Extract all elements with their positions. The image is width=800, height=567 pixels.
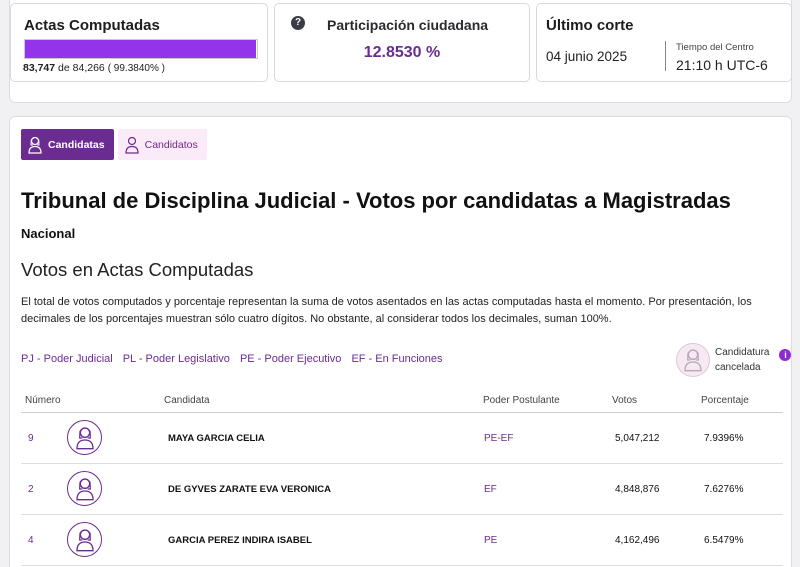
last-cut-tz-label: Tiempo del Centro bbox=[676, 42, 754, 53]
actas-percent: ( 99.3840% ) bbox=[107, 63, 165, 74]
last-cut-card: Último corte 04 junio 2025 Tiempo del Ce… bbox=[536, 3, 792, 82]
page-title: Tribunal de Disciplina Judicial - Votos … bbox=[21, 188, 731, 213]
results-table: Número Candidata Poder Postulante Votos … bbox=[21, 389, 783, 566]
cancelled-line2: cancelada bbox=[715, 362, 761, 373]
participation-title: Participación ciudadana bbox=[327, 17, 489, 33]
tab-candidatos-label: Candidatos bbox=[144, 138, 198, 151]
row-candidate-name: MAYA GARCIA CELIA bbox=[168, 433, 265, 444]
tab-candidatas-label: Candidatas bbox=[48, 138, 105, 151]
row-percent: 6.5479% bbox=[704, 535, 744, 546]
header-power: Poder Postulante bbox=[483, 395, 560, 406]
actas-total: 84,266 bbox=[72, 62, 105, 74]
section-title: Votos en Actas Computadas bbox=[21, 259, 254, 280]
info-circle-icon[interactable]: i bbox=[779, 349, 792, 361]
summary-panel: Actas Computadas 83,747 de 84,266 ( 99.3… bbox=[9, 0, 792, 103]
description-text: El total de votos computados y porcentaj… bbox=[21, 296, 752, 325]
actas-of: de bbox=[58, 62, 70, 74]
row-votes: 4,162,496 bbox=[615, 535, 660, 546]
actas-progress-bar bbox=[24, 39, 258, 59]
actas-title: Actas Computadas bbox=[24, 17, 160, 34]
legend-pl: PL - Poder Legislativo bbox=[122, 353, 230, 365]
table-row[interactable]: 2 DE GYVES ZARATE EVA VERONICA EF 4,848,… bbox=[21, 464, 783, 515]
man-avatar-icon bbox=[125, 136, 139, 154]
table-header: Número Candidata Poder Postulante Votos … bbox=[21, 389, 783, 413]
participation-value: 12.8530 % bbox=[363, 44, 441, 61]
woman-avatar-icon bbox=[67, 420, 102, 455]
power-legend: PJ - Poder Judicial PL - Poder Legislati… bbox=[21, 353, 443, 365]
woman-avatar-icon bbox=[28, 136, 42, 154]
woman-avatar-icon bbox=[67, 522, 102, 557]
gender-tabs: Candidatas Candidatos bbox=[21, 129, 207, 160]
row-percent: 7.9396% bbox=[704, 433, 744, 444]
tab-candidatos[interactable]: Candidatos bbox=[117, 129, 207, 160]
row-number: 4 bbox=[28, 535, 34, 546]
header-number: Número bbox=[25, 395, 61, 406]
actas-card: Actas Computadas 83,747 de 84,266 ( 99.3… bbox=[10, 3, 268, 82]
row-votes: 4,848,876 bbox=[615, 484, 660, 495]
row-votes: 5,047,212 bbox=[615, 433, 660, 444]
row-percent: 7.6276% bbox=[704, 484, 744, 495]
row-power: PE bbox=[484, 535, 498, 546]
scope-label: Nacional bbox=[21, 226, 76, 241]
last-cut-divider bbox=[665, 41, 666, 71]
results-panel: Candidatas Candidatos Tribunal de Discip… bbox=[9, 116, 792, 567]
row-power: PE-EF bbox=[484, 433, 514, 444]
question-circle-icon[interactable]: ? bbox=[291, 16, 305, 30]
actas-stats: 83,747 de 84,266 ( 99.3840% ) bbox=[23, 62, 165, 74]
tab-candidatas[interactable]: Candidatas bbox=[21, 129, 114, 160]
table-row[interactable]: 9 MAYA GARCIA CELIA PE-EF 5,047,212 7.93… bbox=[21, 413, 783, 464]
last-cut-time: 21:10 h UTC-6 bbox=[676, 57, 768, 73]
row-candidate-name: GARCIA PEREZ INDIRA ISABEL bbox=[168, 535, 312, 546]
cancelled-label: Candidatura cancelada bbox=[715, 345, 769, 375]
row-number: 2 bbox=[28, 484, 34, 495]
actas-computed: 83,747 bbox=[23, 62, 56, 74]
table-row[interactable]: 4 GARCIA PEREZ INDIRA ISABEL PE 4,162,49… bbox=[21, 515, 783, 566]
legend-pe: PE - Poder Ejecutivo bbox=[239, 353, 342, 365]
row-candidate-name: DE GYVES ZARATE EVA VERONICA bbox=[168, 484, 331, 495]
participation-card: ? Participación ciudadana 12.8530 % bbox=[274, 3, 530, 82]
cancelled-line1: Candidatura bbox=[715, 347, 770, 358]
header-candidate: Candidata bbox=[164, 395, 210, 406]
header-percent: Porcentaje bbox=[701, 395, 749, 406]
last-cut-title: Último corte bbox=[546, 17, 634, 34]
cancelled-legend: Candidatura cancelada i bbox=[676, 343, 792, 377]
header-votes: Votos bbox=[612, 395, 638, 406]
row-power: EF bbox=[484, 484, 497, 495]
legend-pj: PJ - Poder Judicial bbox=[21, 353, 113, 365]
row-number: 9 bbox=[28, 433, 34, 444]
actas-progress-fill bbox=[25, 40, 256, 58]
cancelled-avatar-icon bbox=[676, 343, 710, 377]
last-cut-date: 04 junio 2025 bbox=[546, 49, 628, 64]
woman-avatar-icon bbox=[67, 471, 102, 506]
legend-ef: EF - En Funciones bbox=[351, 353, 443, 365]
